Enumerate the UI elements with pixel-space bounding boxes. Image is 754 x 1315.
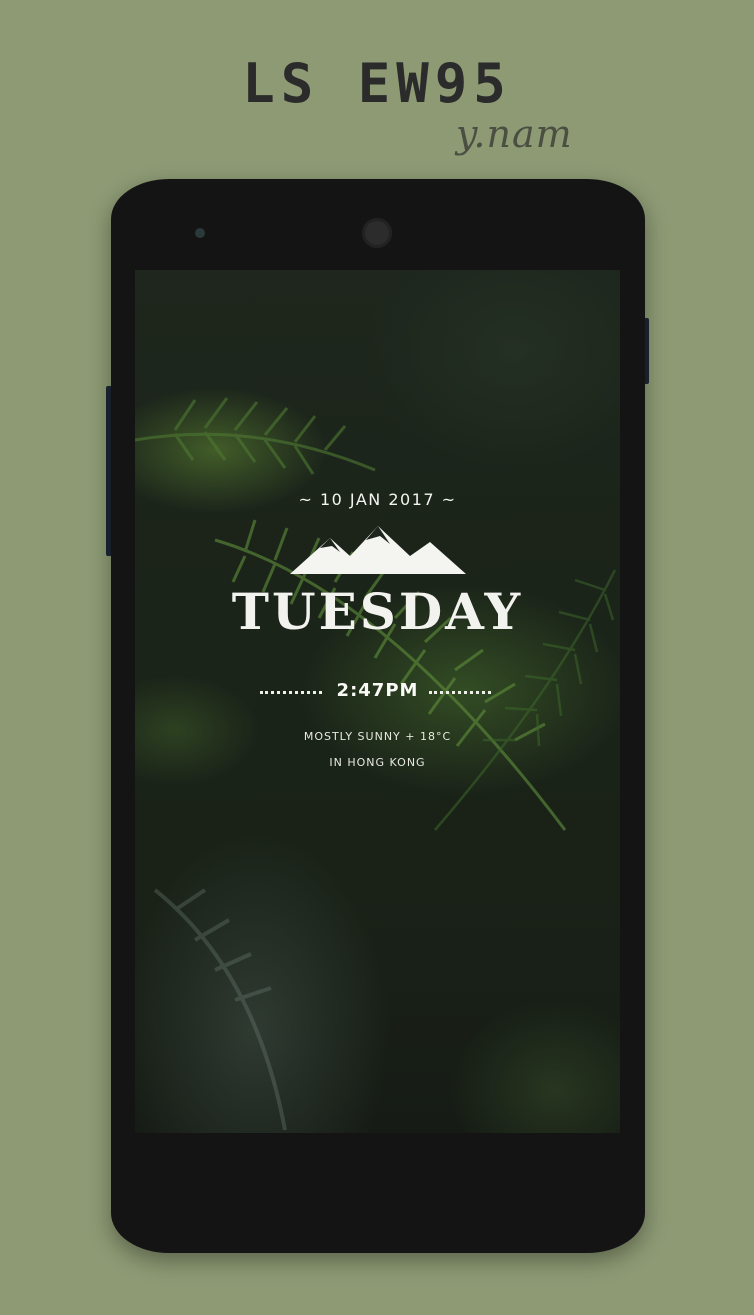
mountains-icon bbox=[290, 526, 466, 574]
author-signature: y.nam bbox=[456, 112, 573, 156]
clock-widget[interactable]: ~ 10 JAN 2017 ~ TUESDAY 2:47PM MOSTLY SU… bbox=[135, 270, 620, 1133]
time-row: 2:47PM bbox=[135, 680, 620, 706]
sensor-icon bbox=[195, 228, 205, 238]
camera-icon bbox=[362, 218, 392, 248]
phone-screen: ~ 10 JAN 2017 ~ TUESDAY 2:47PM MOSTLY SU… bbox=[135, 270, 620, 1133]
weather-label: MOSTLY SUNNY + 18°C bbox=[303, 730, 452, 743]
location-label: IN HONG KONG bbox=[329, 756, 426, 769]
day-label: TUESDAY bbox=[231, 582, 524, 641]
dotted-divider-right bbox=[429, 691, 491, 694]
theme-title: LS EW95 bbox=[242, 52, 512, 115]
date-label: ~ 10 JAN 2017 ~ bbox=[298, 490, 457, 509]
showcase-page: LS EW95 y.nam ~ 10 JAN 2017 ~ TUESDAY 2:… bbox=[0, 0, 754, 1315]
dotted-divider-left bbox=[260, 691, 322, 694]
time-label: 2:47PM bbox=[336, 680, 419, 701]
